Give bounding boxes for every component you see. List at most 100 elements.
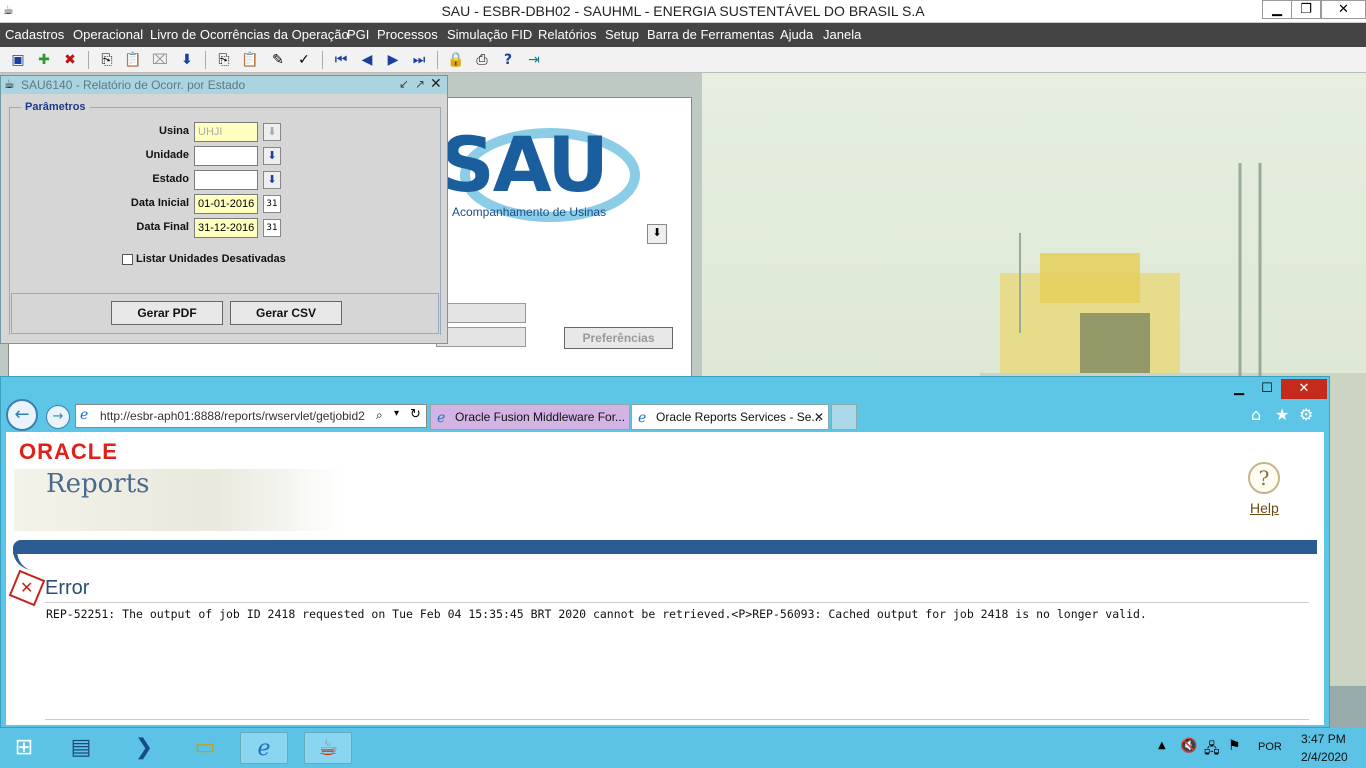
- paste-icon[interactable]: 📋: [240, 50, 260, 70]
- gerar-pdf-button[interactable]: Gerar PDF: [111, 301, 223, 325]
- data-inicial-calendar-icon[interactable]: 31: [263, 195, 281, 213]
- dialog-app-icon: ☕: [4, 77, 15, 91]
- menu-livro-ocorrencias[interactable]: Livro de Ocorrências da Operação: [150, 27, 349, 42]
- menu-ajuda[interactable]: Ajuda: [780, 27, 813, 42]
- menu-pgi[interactable]: PGI: [347, 27, 369, 42]
- toolbar-separator: [437, 51, 438, 69]
- clock-date[interactable]: 2/4/2020: [1301, 750, 1348, 764]
- server-manager-icon[interactable]: ▤: [57, 732, 105, 764]
- unidade-field[interactable]: [194, 146, 258, 166]
- copy-record-icon[interactable]: ⎘: [97, 50, 117, 70]
- data-final-calendar-icon[interactable]: 31: [263, 219, 281, 237]
- parameters-group-label: Parâmetros: [21, 101, 90, 113]
- menu-barra-ferramentas[interactable]: Barra de Ferramentas: [647, 27, 774, 42]
- reports-title: Reports: [46, 469, 150, 499]
- browser-minimize-button[interactable]: ▁: [1225, 379, 1253, 399]
- estado-lov-icon[interactable]: ⬇: [263, 171, 281, 189]
- data-final-field[interactable]: 31-12-2016: [194, 218, 258, 238]
- menu-processos[interactable]: Processos: [377, 27, 438, 42]
- tab-close-icon[interactable]: ✕: [814, 405, 824, 429]
- dialog-maximize-icon[interactable]: ↗: [415, 77, 425, 91]
- java-icon[interactable]: ☕: [304, 732, 352, 764]
- gerar-csv-button[interactable]: Gerar CSV: [230, 301, 342, 325]
- print-icon[interactable]: ⎙: [472, 50, 492, 70]
- powershell-icon[interactable]: ❯: [120, 732, 168, 764]
- unidade-lov-icon[interactable]: ⬇: [263, 147, 281, 165]
- header-bar-curve: [13, 550, 39, 570]
- action-center-icon[interactable]: ⚑: [1228, 738, 1241, 754]
- lock-icon[interactable]: 🔒: [446, 50, 466, 70]
- error-message: REP-52251: The output of job ID 2418 req…: [46, 607, 1147, 621]
- url-text[interactable]: http://esbr-aph01:8888/reports/rwservlet…: [100, 409, 370, 423]
- edit-icon[interactable]: ✎: [268, 50, 288, 70]
- dialog-title-bar: ☕ SAU6140 - Relatório de Ocorr. por Esta…: [1, 76, 447, 94]
- usina-field[interactable]: UHJI: [194, 122, 258, 142]
- clock-time[interactable]: 3:47 PM: [1301, 732, 1346, 746]
- minimize-button[interactable]: ▁: [1262, 0, 1292, 19]
- start-button[interactable]: ⊞: [0, 732, 48, 764]
- toolbar: ▣ ✚ ✖ ⎘ 📋 ⌧ ⬇ ⎘ 📋 ✎ ✓ ⏮ ◀ ▶ ⏭ 🔒 ⎙ ? ⇥: [0, 47, 1366, 73]
- menu-operacional[interactable]: Operacional: [73, 27, 143, 42]
- error-divider: [45, 602, 1309, 603]
- language-indicator[interactable]: POR: [1258, 741, 1282, 753]
- estado-label: Estado: [152, 173, 189, 185]
- exit-icon[interactable]: ⇥: [524, 50, 544, 70]
- tab-oracle-reports[interactable]: ℯ Oracle Reports Services - Se... ✕: [631, 404, 829, 430]
- menu-bar: Cadastros Operacional Livro de Ocorrênci…: [0, 23, 1366, 47]
- title-bar: ☕ SAU - ESBR-DBH02 - SAUHML - ENERGIA SU…: [0, 0, 1366, 23]
- delete-icon[interactable]: ✖: [60, 50, 80, 70]
- refresh-icon[interactable]: ↻: [410, 407, 421, 422]
- dialog-close-icon[interactable]: ✕: [430, 76, 442, 92]
- forward-button[interactable]: →: [46, 405, 70, 429]
- ie-page-icon: ℯ: [80, 407, 89, 423]
- preferences-button[interactable]: Preferências: [564, 327, 673, 349]
- new-tab-button[interactable]: [831, 404, 857, 430]
- last-record-icon[interactable]: ⏭: [409, 50, 429, 70]
- usina-lov-icon[interactable]: ⬇: [263, 123, 281, 141]
- dropdown-icon[interactable]: ▾: [394, 408, 399, 419]
- network-icon[interactable]: 🖧: [1204, 738, 1220, 762]
- menu-cadastros[interactable]: Cadastros: [5, 27, 64, 42]
- down-arrow-icon[interactable]: ⬇: [177, 50, 197, 70]
- close-button[interactable]: ✕: [1321, 0, 1366, 19]
- browser-window: ▁ ☐ ✕ ← → ℯ http://esbr-aph01:8888/repor…: [0, 376, 1330, 728]
- next-record-icon[interactable]: ▶: [383, 50, 403, 70]
- menu-relatorios[interactable]: Relatórios: [538, 27, 597, 42]
- first-record-icon[interactable]: ⏮: [331, 50, 351, 70]
- menu-simulacao-fid[interactable]: Simulação FID: [447, 27, 532, 42]
- previous-record-icon[interactable]: ◀: [357, 50, 377, 70]
- paste-record-icon[interactable]: 📋: [123, 50, 143, 70]
- background-field-1: [436, 303, 526, 323]
- help-icon[interactable]: ?: [1248, 462, 1280, 494]
- maximize-button[interactable]: ❐: [1291, 0, 1321, 19]
- browser-close-button[interactable]: ✕: [1281, 379, 1327, 399]
- search-icon[interactable]: ⌕: [376, 408, 383, 423]
- estado-field[interactable]: [194, 170, 258, 190]
- taskbar: ⊞ ▤ ❯ ▭ ℯ ☕ ▲ 🔇 🖧 ⚑ POR 3:47 PM 2/4/2020: [0, 728, 1366, 768]
- settings-gear-icon[interactable]: ⚙: [1299, 405, 1313, 424]
- footer-divider: [45, 719, 1309, 720]
- favorites-icon[interactable]: ★: [1275, 405, 1289, 424]
- address-bar[interactable]: ℯ http://esbr-aph01:8888/reports/rwservl…: [75, 404, 427, 428]
- back-button[interactable]: ←: [6, 399, 38, 431]
- save-icon[interactable]: ▣: [8, 50, 28, 70]
- menu-janela[interactable]: Janela: [823, 27, 861, 42]
- menu-setup[interactable]: Setup: [605, 27, 639, 42]
- browser-maximize-button[interactable]: ☐: [1253, 379, 1281, 399]
- clear-icon[interactable]: ⌧: [150, 50, 170, 70]
- data-inicial-field[interactable]: 01-01-2016: [194, 194, 258, 214]
- show-hidden-icons[interactable]: ▲: [1158, 740, 1166, 751]
- background-download-icon[interactable]: ⬇: [647, 224, 667, 244]
- copy-icon[interactable]: ⎘: [214, 50, 234, 70]
- dialog-minimize-icon[interactable]: ↙: [399, 77, 409, 91]
- help-link[interactable]: Help: [1250, 500, 1279, 516]
- listar-desativadas-checkbox[interactable]: [122, 254, 133, 265]
- home-icon[interactable]: ⌂: [1251, 405, 1261, 424]
- file-explorer-icon[interactable]: ▭: [181, 732, 229, 764]
- volume-icon[interactable]: 🔇: [1180, 738, 1197, 754]
- add-icon[interactable]: ✚: [34, 50, 54, 70]
- internet-explorer-icon[interactable]: ℯ: [240, 732, 288, 764]
- help-icon[interactable]: ?: [498, 50, 518, 70]
- tab-oracle-fusion[interactable]: ℯ Oracle Fusion Middleware For...: [430, 404, 630, 430]
- spellcheck-icon[interactable]: ✓: [294, 50, 314, 70]
